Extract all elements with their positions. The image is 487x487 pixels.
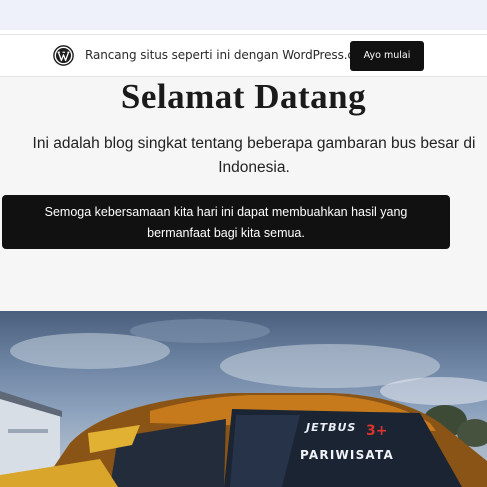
- intro-paragraph: Ini adalah blog singkat tentang beberapa…: [32, 135, 476, 176]
- wordpress-promo-bar: Rancang situs seperti ini dengan WordPre…: [0, 34, 487, 77]
- hero-bus-image: JETBUS 3+ PARIWISATA: [0, 311, 487, 487]
- quote-box: Semoga kebersamaan kita hari ini dapat m…: [2, 195, 450, 249]
- browser-top-strip: [0, 0, 487, 30]
- page-title: Selamat Datang: [120, 77, 367, 116]
- bus-illustration: JETBUS 3+ PARIWISATA: [0, 319, 487, 487]
- quote-text: Semoga kebersamaan kita hari ini dapat m…: [44, 205, 408, 240]
- windshield-model-text: 3+: [366, 423, 387, 439]
- windshield-label-text: PARIWISATA: [300, 448, 394, 462]
- windshield-brand-text: JETBUS: [304, 421, 356, 434]
- wordpress-promo-text[interactable]: Rancang situs seperti ini dengan WordPre…: [85, 48, 373, 62]
- start-button[interactable]: Ayo mulai: [350, 41, 424, 71]
- wordpress-logo-icon[interactable]: [53, 45, 74, 66]
